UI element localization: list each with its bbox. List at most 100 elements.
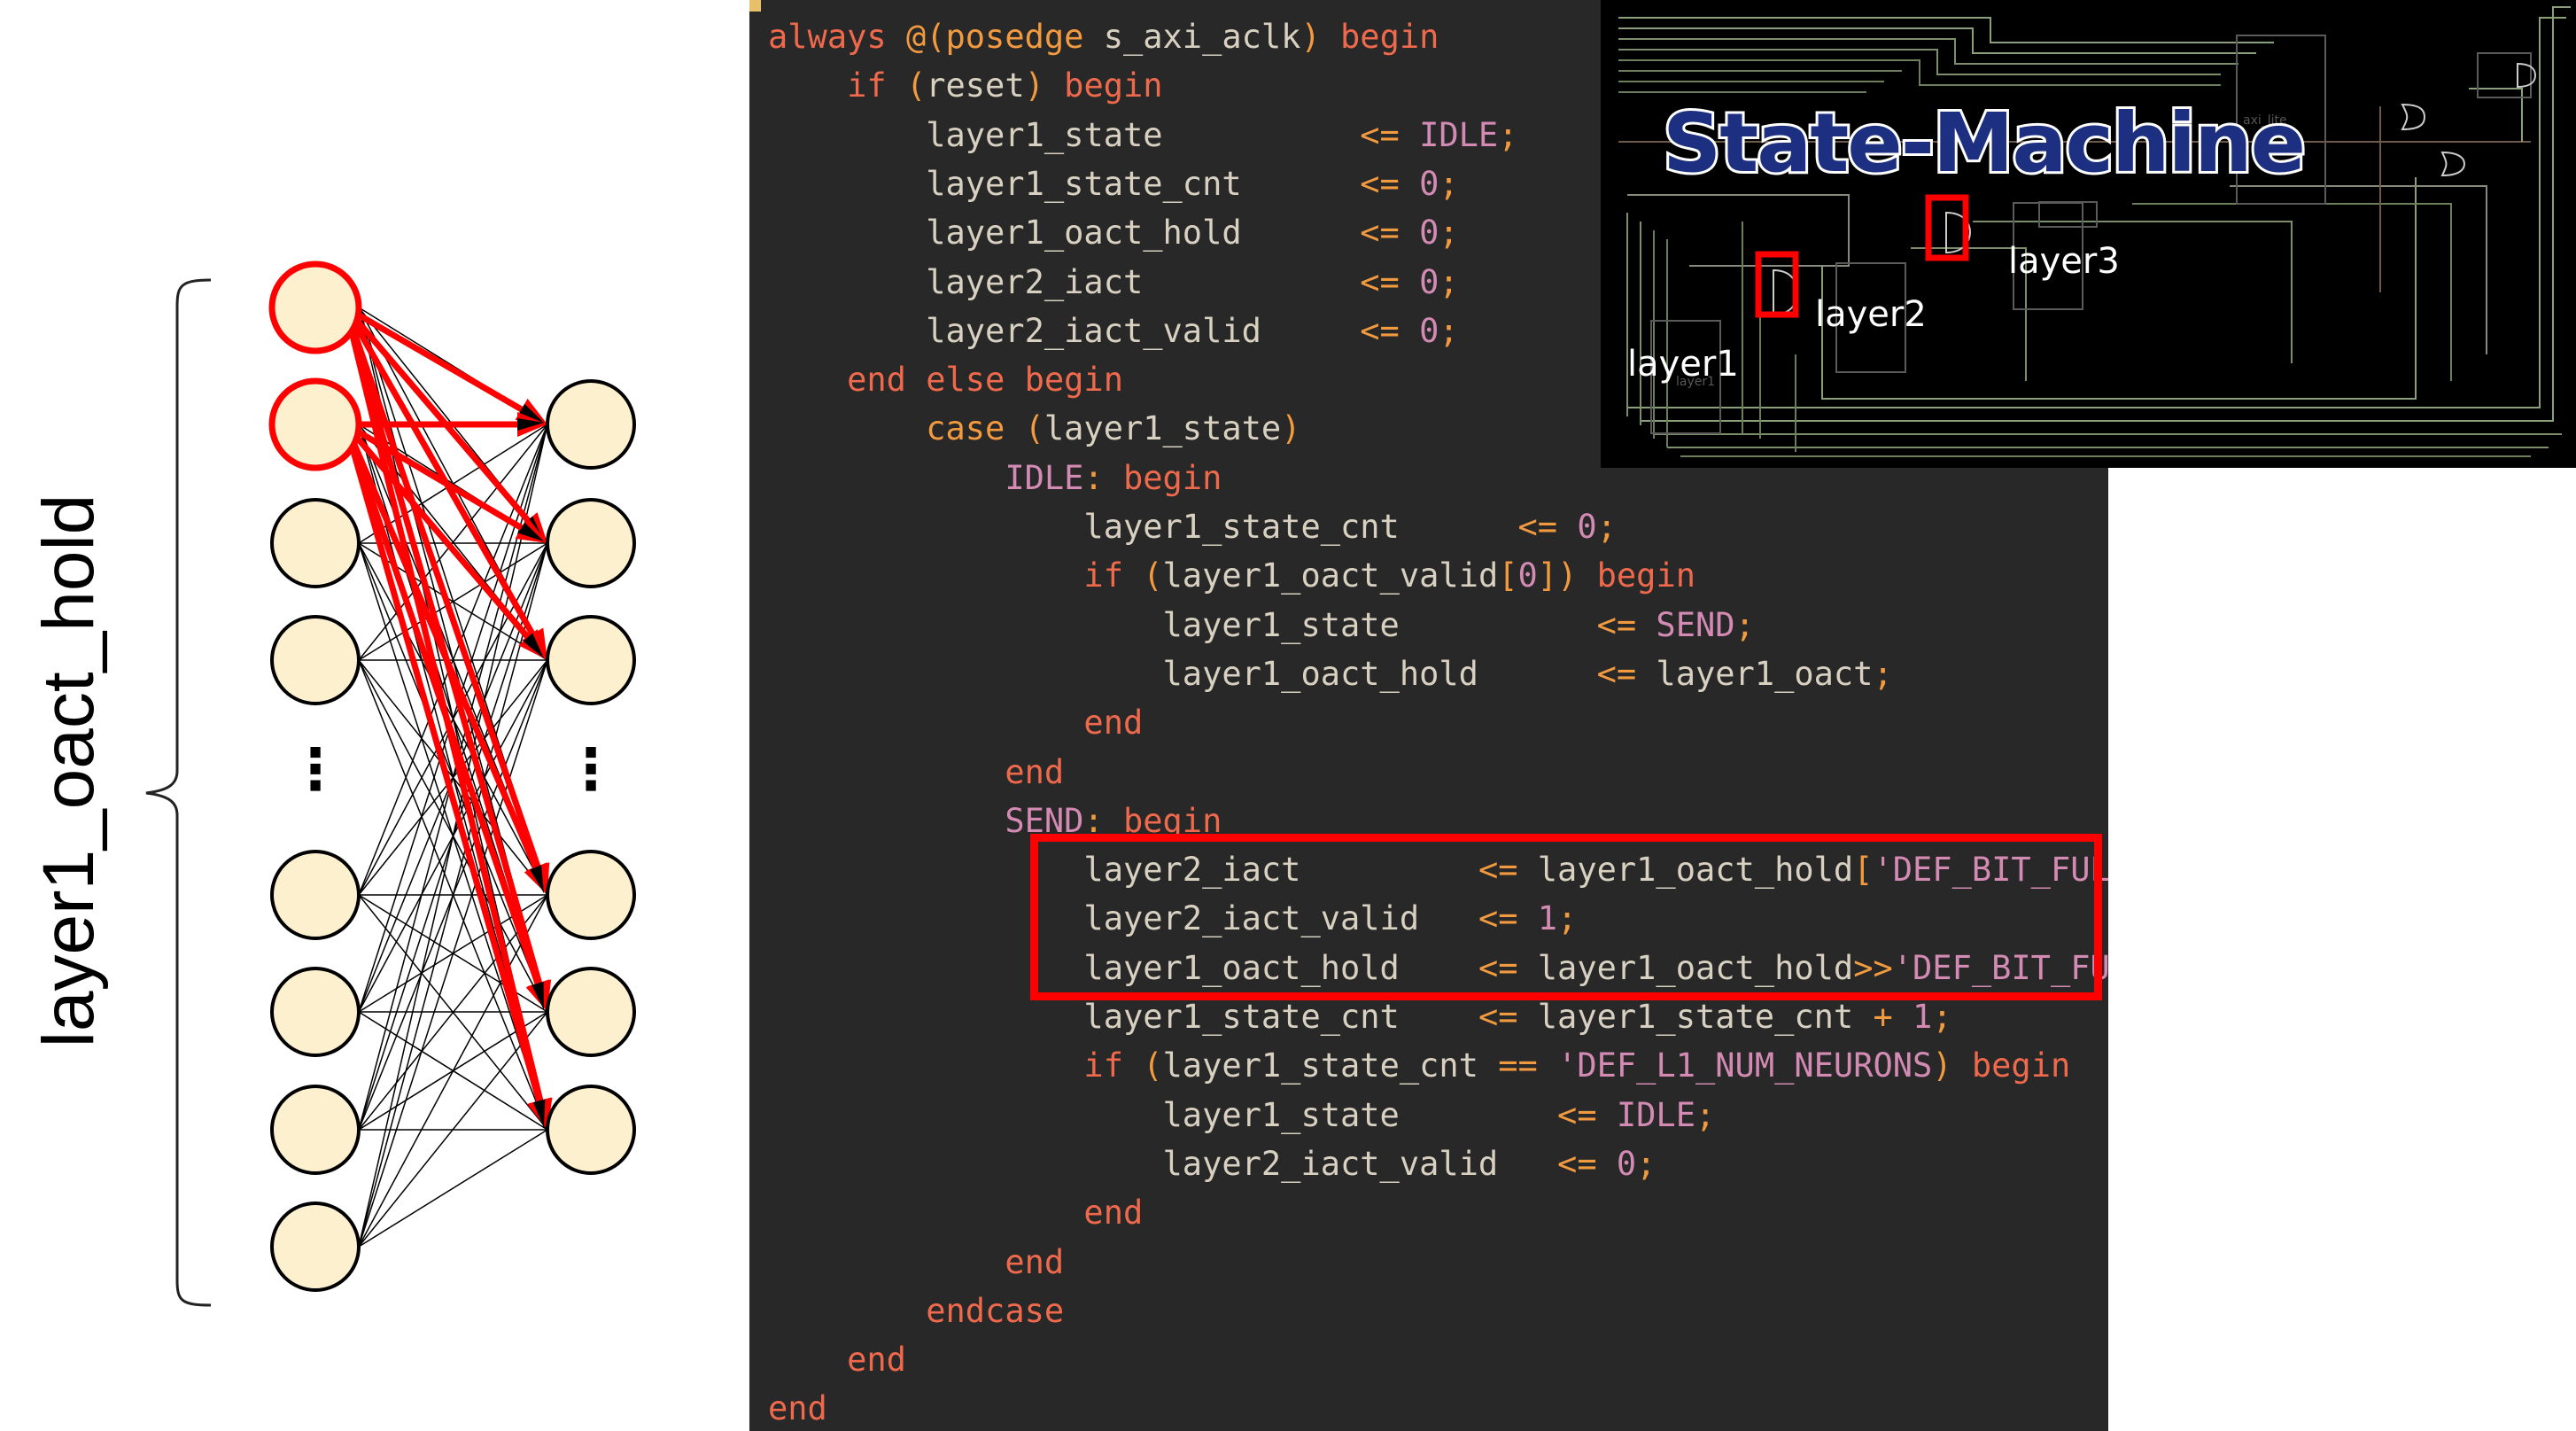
highlighted-input-neuron xyxy=(268,261,362,354)
code-token: layer1_state_cnt xyxy=(1162,1046,1499,1085)
send-block-highlight xyxy=(1030,834,2102,1000)
neural-network-diagram: layer1_oact_hold ⋮ ⋮ xyxy=(28,261,636,1307)
code-token: ) xyxy=(1932,1046,1972,1085)
code-line: end xyxy=(768,1238,1064,1287)
layer3-label: layer3 xyxy=(2008,241,2120,282)
code-token: end xyxy=(1005,1242,1065,1281)
code-token: 0 xyxy=(1517,556,1538,595)
code-line: case (layer1_state) xyxy=(768,404,1300,454)
input-neuron xyxy=(270,850,361,940)
code-token: if xyxy=(847,66,906,105)
code-token: layer2_iact xyxy=(768,262,1361,301)
code-token: if xyxy=(1083,1046,1144,1085)
code-token: ; xyxy=(1734,605,1755,644)
code-line: end xyxy=(768,1384,827,1431)
code-token: 0 xyxy=(1419,262,1439,301)
code-token: ; xyxy=(1498,115,1518,154)
code-line: layer1_state <= SEND; xyxy=(768,601,1755,650)
rtl-schematic: axi_lite layer1 State-Machine layer1 lay… xyxy=(1601,0,2576,468)
input-neuron xyxy=(270,1085,361,1175)
code-line: if (reset) begin xyxy=(768,61,1163,111)
code-token: ; xyxy=(1695,1095,1716,1134)
code-token: <= xyxy=(1557,1144,1617,1183)
input-neuron xyxy=(270,498,361,588)
code-token: layer1_state_cnt xyxy=(768,998,1478,1036)
code-token: ; xyxy=(1596,508,1617,546)
code-token: ; xyxy=(1439,214,1459,253)
code-token: layer1_state xyxy=(768,605,1597,644)
code-token: IDLE xyxy=(1419,115,1499,154)
code-token: <= xyxy=(1360,262,1420,301)
code-token: always xyxy=(768,18,906,56)
code-token: begin xyxy=(1064,66,1163,105)
code-line: end xyxy=(768,748,1064,797)
code-token: ) xyxy=(1024,66,1065,105)
code-line: layer1_state_cnt <= 0; xyxy=(768,502,1617,552)
code-line: layer2_iact_valid <= 0; xyxy=(768,1139,1657,1189)
input-neuron xyxy=(270,615,361,705)
code-token: @(posedge xyxy=(905,18,1104,56)
layer2-state-highlight xyxy=(1755,251,1799,318)
code-token: 'DEF_L1_NUM_NEURONS xyxy=(1557,1046,1933,1085)
code-token: 0 xyxy=(1419,214,1439,253)
code-token: <= xyxy=(1360,214,1420,253)
code-token: ) xyxy=(1281,409,1301,448)
output-neuron xyxy=(546,850,636,940)
code-token: ; xyxy=(1932,998,1952,1036)
code-line: end xyxy=(768,1335,906,1385)
code-token: layer1_state xyxy=(768,1095,1558,1134)
code-token: layer1_state xyxy=(1044,409,1282,448)
code-token: ) xyxy=(1300,18,1341,56)
code-token: 1 xyxy=(1913,998,1933,1036)
code-token: end else begin xyxy=(847,361,1123,400)
state-machine-title: State-Machine xyxy=(1660,93,2308,193)
code-token: <= xyxy=(1596,605,1657,644)
layer1-label: layer1 xyxy=(1627,344,1739,385)
code-token: begin xyxy=(1340,18,1439,56)
code-token: ( xyxy=(905,66,927,105)
code-token: end xyxy=(1083,1194,1144,1233)
code-token: layer2_iact_valid xyxy=(768,311,1361,350)
code-token: IDLE xyxy=(1005,458,1084,497)
code-token: layer2_iact_valid xyxy=(768,1144,1558,1183)
code-token: layer1_oact xyxy=(1656,654,1874,693)
code-token: layer1_oact_hold xyxy=(768,214,1361,253)
code-line: IDLE: begin xyxy=(768,454,1222,503)
code-token: <= xyxy=(1360,115,1420,154)
code-line: end xyxy=(768,698,1143,748)
code-line: if (layer1_oact_valid[0]) begin xyxy=(768,551,1695,601)
output-neuron xyxy=(546,498,636,588)
code-line: end else begin xyxy=(768,355,1123,405)
code-token: 0 xyxy=(1419,164,1439,203)
code-line: layer1_oact_hold <= layer1_oact; xyxy=(768,649,1893,699)
code-token: ( xyxy=(1143,556,1163,595)
code-line: if (layer1_state_cnt == 'DEF_L1_NUM_NEUR… xyxy=(768,1041,2070,1091)
code-line: layer1_oact_hold <= 0; xyxy=(768,208,1459,258)
code-token: reset xyxy=(926,66,1025,105)
code-line: end xyxy=(768,1188,1143,1238)
code-token: <= xyxy=(1596,654,1657,693)
output-neuron xyxy=(546,967,636,1057)
output-neuron xyxy=(546,1085,636,1175)
input-neuron xyxy=(270,967,361,1057)
code-token: <= xyxy=(1557,1095,1617,1134)
code-token: == xyxy=(1498,1046,1558,1085)
schematic-wires: axi_lite layer1 xyxy=(1618,6,2571,457)
layer2-label: layer2 xyxy=(1815,294,1927,335)
code-token: SEND xyxy=(1656,605,1735,644)
input-neuron xyxy=(270,1202,361,1292)
code-token: ( xyxy=(1143,1046,1163,1085)
code-token: [ xyxy=(1498,556,1518,595)
code-token: + xyxy=(1873,998,1913,1036)
code-token: layer1_state_cnt xyxy=(768,508,1518,546)
code-token: end xyxy=(1083,704,1144,743)
